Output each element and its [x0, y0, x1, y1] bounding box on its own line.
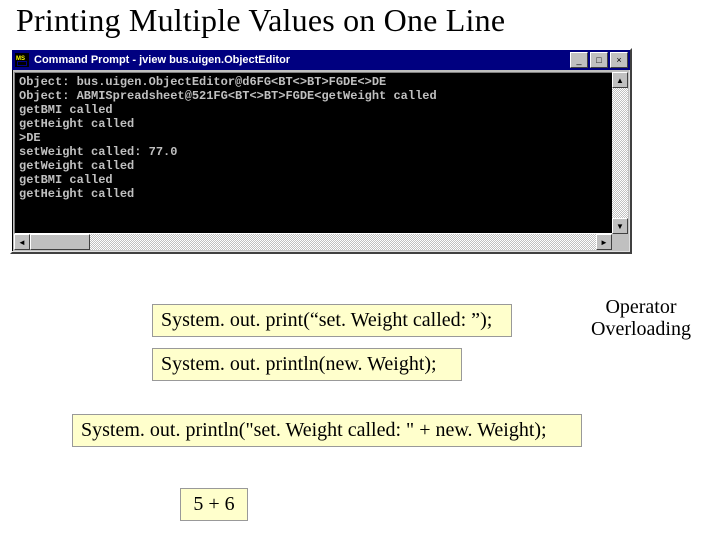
- scroll-track-horizontal[interactable]: [90, 234, 596, 250]
- code-print-single-1: System. out. print(“set. Weight called: …: [152, 304, 512, 337]
- scroll-left-button[interactable]: ◄: [14, 234, 30, 250]
- horizontal-scrollbar[interactable]: ◄ ►: [14, 234, 612, 250]
- msdos-icon: MS: [14, 52, 30, 68]
- code-expression: 5 + 6: [180, 488, 248, 521]
- vertical-scrollbar[interactable]: ▲ ▼: [612, 72, 628, 234]
- window-titlebar[interactable]: MS Command Prompt - jview bus.uigen.Obje…: [12, 50, 630, 70]
- scroll-track-vertical[interactable]: [612, 88, 628, 218]
- annotation-line2: Overloading: [591, 318, 691, 340]
- code-print-combined: System. out. println("set. Weight called…: [72, 414, 582, 447]
- slide-title: Printing Multiple Values on One Line: [0, 0, 720, 39]
- code-print-single-2: System. out. println(new. Weight);: [152, 348, 462, 381]
- minimize-button[interactable]: _: [570, 52, 588, 68]
- annotation-operator-overloading: Operator Overloading: [576, 296, 706, 340]
- console-area: Object: bus.uigen.ObjectEditor@d6FG<BT<>…: [14, 72, 628, 234]
- scroll-up-button[interactable]: ▲: [612, 72, 628, 88]
- command-prompt-window: MS Command Prompt - jview bus.uigen.Obje…: [10, 48, 632, 254]
- close-button[interactable]: ×: [610, 52, 628, 68]
- scroll-right-button[interactable]: ►: [596, 234, 612, 250]
- console-output: Object: bus.uigen.ObjectEditor@d6FG<BT<>…: [15, 73, 627, 203]
- window-title: Command Prompt - jview bus.uigen.ObjectE…: [34, 54, 570, 66]
- scroll-down-button[interactable]: ▼: [612, 218, 628, 234]
- annotation-line1: Operator: [605, 296, 676, 318]
- maximize-button[interactable]: □: [590, 52, 608, 68]
- size-grip[interactable]: [612, 234, 628, 250]
- scroll-thumb-horizontal[interactable]: [30, 234, 90, 250]
